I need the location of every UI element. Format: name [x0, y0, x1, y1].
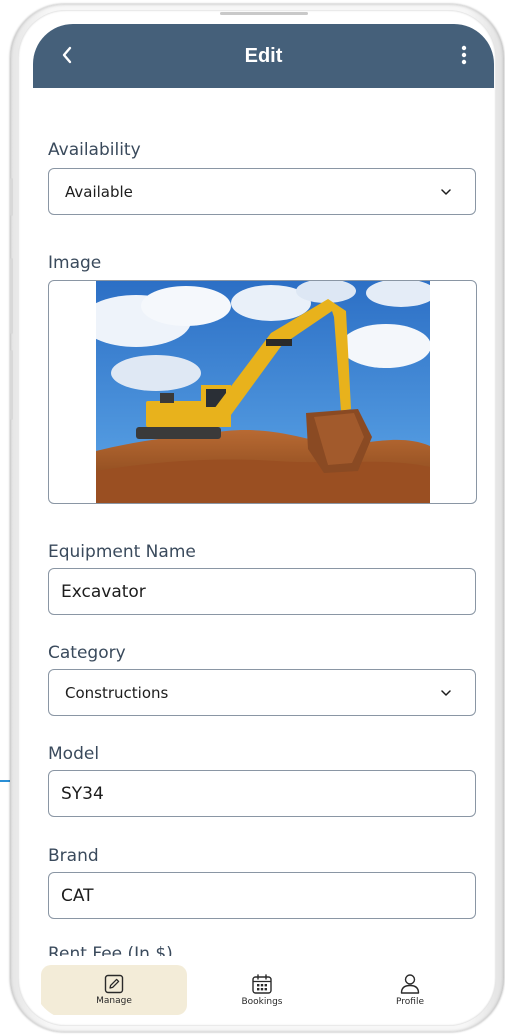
- brand-field[interactable]: CAT: [48, 872, 476, 919]
- equipment-name-value: Excavator: [61, 581, 146, 602]
- availability-select[interactable]: Available: [48, 168, 476, 215]
- availability-value: Available: [65, 182, 133, 201]
- brand-label: Brand: [48, 846, 99, 866]
- category-select[interactable]: Constructions: [48, 669, 476, 716]
- kebab-menu-icon: [461, 45, 467, 65]
- phone-speaker: [220, 12, 308, 15]
- image-label: Image: [48, 253, 102, 273]
- nav-label-manage: Manage: [96, 996, 132, 1006]
- chevron-left-icon: [62, 46, 72, 64]
- more-options-button[interactable]: [454, 40, 474, 70]
- app-header: Edit: [33, 24, 494, 88]
- category-value: Constructions: [65, 683, 169, 702]
- page: Edit Availability Available Image Equipm…: [0, 0, 505, 1035]
- equipment-name-field[interactable]: Excavator: [48, 568, 476, 615]
- equipment-photo: [96, 281, 430, 503]
- edit-icon: [104, 974, 124, 994]
- model-value: SY34: [61, 783, 104, 804]
- nav-label-profile: Profile: [396, 997, 424, 1007]
- page-title: Edit: [244, 44, 283, 67]
- nav-item-profile[interactable]: Profile: [337, 965, 483, 1015]
- nav-item-bookings[interactable]: Bookings: [189, 965, 335, 1015]
- phone-side-button: [10, 178, 13, 216]
- back-button[interactable]: [55, 40, 79, 70]
- phone-side-button: [10, 350, 13, 420]
- model-field[interactable]: SY34: [48, 770, 476, 817]
- chevron-down-icon: [433, 683, 459, 703]
- category-label: Category: [48, 643, 126, 663]
- nav-item-manage[interactable]: Manage: [41, 965, 187, 1015]
- app-screen: Edit Availability Available Image Equipm…: [33, 24, 494, 1020]
- equipment-name-label: Equipment Name: [48, 542, 196, 562]
- availability-label: Availability: [48, 140, 141, 160]
- edit-form: Availability Available Image Equipment N…: [33, 88, 494, 956]
- chevron-down-icon: [433, 182, 459, 202]
- bottom-navigation: Manage Bookings Profile: [33, 956, 494, 1020]
- nav-label-bookings: Bookings: [241, 997, 283, 1007]
- phone-side-button: [10, 258, 13, 334]
- equipment-image-picker[interactable]: [48, 280, 477, 504]
- brand-value: CAT: [61, 885, 94, 906]
- model-label: Model: [48, 744, 100, 764]
- rent-fee-label: Rent Fee (In $): [48, 944, 173, 956]
- calendar-icon: [252, 974, 272, 994]
- user-icon: [400, 974, 420, 994]
